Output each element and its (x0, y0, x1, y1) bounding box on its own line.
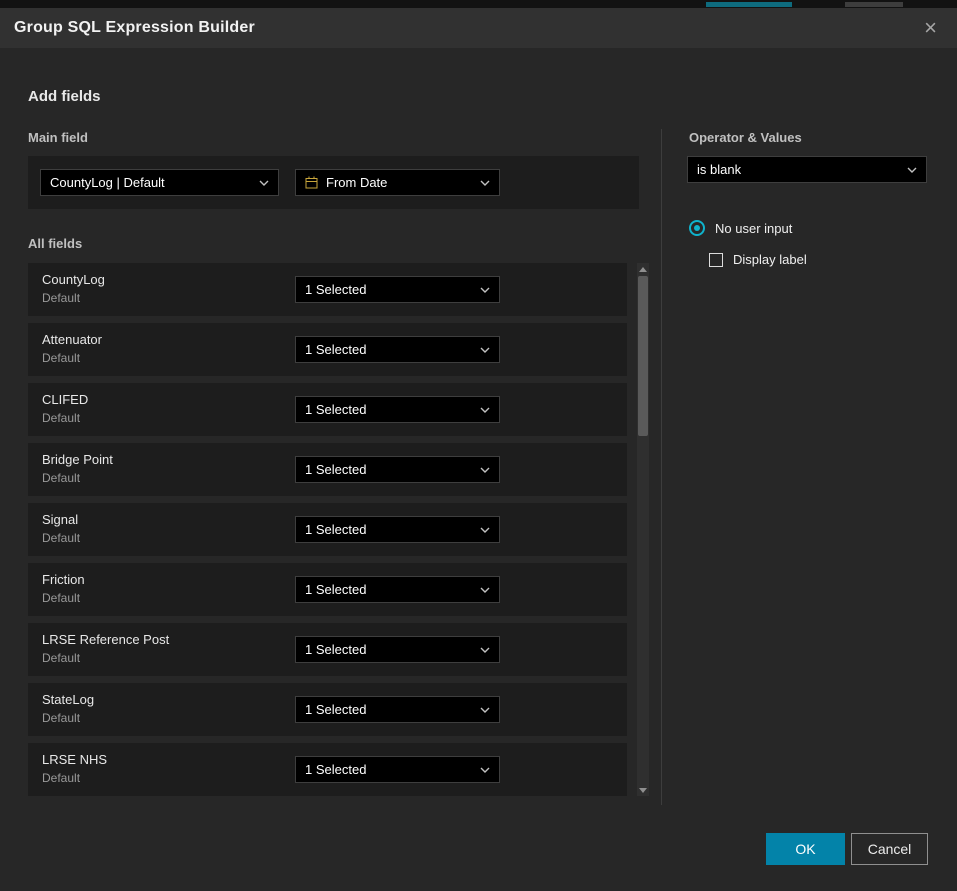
field-name: Bridge Point (42, 452, 113, 467)
calendar-icon (305, 176, 318, 189)
field-row-friction: Friction Default 1 Selected (28, 563, 627, 616)
chevron-down-icon (480, 647, 490, 653)
operator-dropdown-value: is blank (697, 162, 741, 177)
field-row-signal: Signal Default 1 Selected (28, 503, 627, 556)
field-selection-dropdown[interactable]: 1 Selected (295, 576, 500, 603)
field-name: Signal (42, 512, 78, 527)
cancel-button[interactable]: Cancel (851, 833, 928, 865)
field-selection-value: 1 Selected (305, 522, 366, 537)
field-row-lrse-nhs: LRSE NHS Default 1 Selected (28, 743, 627, 796)
main-field-panel: CountyLog | Default From Date (28, 156, 639, 209)
field-selection-dropdown[interactable]: 1 Selected (295, 636, 500, 663)
field-name: LRSE NHS (42, 752, 107, 767)
field-selection-value: 1 Selected (305, 702, 366, 717)
chevron-down-icon (480, 587, 490, 593)
checkbox-label: Display label (733, 252, 807, 267)
field-sublabel: Default (42, 771, 80, 785)
scrollbar-up-icon[interactable] (637, 263, 649, 275)
field-row-attenuator: Attenuator Default 1 Selected (28, 323, 627, 376)
field-name: LRSE Reference Post (42, 632, 169, 647)
display-label-checkbox-row: Display label (709, 252, 807, 267)
field-selection-dropdown[interactable]: 1 Selected (295, 456, 500, 483)
field-name: StateLog (42, 692, 94, 707)
field-selection-value: 1 Selected (305, 582, 366, 597)
field-selection-dropdown[interactable]: 1 Selected (295, 336, 500, 363)
field-dropdown-value: From Date (326, 175, 387, 190)
scrollbar[interactable] (637, 263, 649, 796)
field-row-clifed: CLIFED Default 1 Selected (28, 383, 627, 436)
field-sublabel: Default (42, 591, 80, 605)
field-sublabel: Default (42, 411, 80, 425)
add-fields-heading: Add fields (28, 88, 101, 105)
chevron-down-icon (907, 167, 917, 173)
chevron-down-icon (480, 467, 490, 473)
field-selection-value: 1 Selected (305, 282, 366, 297)
field-sublabel: Default (42, 651, 80, 665)
chevron-down-icon (480, 287, 490, 293)
background-app-fragment (706, 2, 792, 7)
field-sublabel: Default (42, 471, 80, 485)
background-app-strip (0, 0, 957, 8)
field-selection-value: 1 Selected (305, 402, 366, 417)
field-selection-value: 1 Selected (305, 462, 366, 477)
checkbox-unchecked-icon[interactable] (709, 253, 723, 267)
vertical-divider (661, 129, 662, 805)
chevron-down-icon (480, 527, 490, 533)
radio-label: No user input (715, 221, 792, 236)
field-sublabel: Default (42, 711, 80, 725)
field-row-countylog: CountyLog Default 1 Selected (28, 263, 627, 316)
field-selection-dropdown[interactable]: 1 Selected (295, 396, 500, 423)
all-fields-list: CountyLog Default 1 Selected Attenuator … (28, 263, 627, 803)
field-row-bridge-point: Bridge Point Default 1 Selected (28, 443, 627, 496)
no-user-input-radio-row: No user input (689, 220, 792, 236)
layer-dropdown[interactable]: CountyLog | Default (40, 169, 279, 196)
ok-button[interactable]: OK (766, 833, 845, 865)
chevron-down-icon (480, 407, 490, 413)
chevron-down-icon (480, 767, 490, 773)
field-selection-value: 1 Selected (305, 342, 366, 357)
field-name: Friction (42, 572, 85, 587)
field-name: CountyLog (42, 272, 105, 287)
scrollbar-down-icon[interactable] (637, 784, 649, 796)
background-app-fragment (845, 2, 903, 7)
field-sublabel: Default (42, 291, 80, 305)
group-sql-expression-builder-dialog: Group SQL Expression Builder × Add field… (0, 8, 957, 891)
layer-dropdown-value: CountyLog | Default (50, 175, 165, 190)
chevron-down-icon (480, 347, 490, 353)
operator-dropdown[interactable]: is blank (687, 156, 927, 183)
chevron-down-icon (259, 180, 269, 186)
radio-selected-icon[interactable] (689, 220, 705, 236)
field-selection-dropdown[interactable]: 1 Selected (295, 696, 500, 723)
all-fields-heading: All fields (28, 236, 82, 251)
field-dropdown[interactable]: From Date (295, 169, 500, 196)
field-name: Attenuator (42, 332, 102, 347)
close-icon[interactable]: × (918, 15, 943, 41)
field-row-statelog: StateLog Default 1 Selected (28, 683, 627, 736)
main-field-heading: Main field (28, 130, 88, 145)
field-selection-dropdown[interactable]: 1 Selected (295, 756, 500, 783)
field-row-lrse-reference-post: LRSE Reference Post Default 1 Selected (28, 623, 627, 676)
chevron-down-icon (480, 707, 490, 713)
dialog-header: Group SQL Expression Builder × (0, 8, 957, 48)
field-sublabel: Default (42, 531, 80, 545)
dialog-title: Group SQL Expression Builder (14, 19, 255, 37)
field-selection-value: 1 Selected (305, 642, 366, 657)
field-name: CLIFED (42, 392, 88, 407)
scrollbar-thumb[interactable] (638, 276, 648, 436)
field-selection-dropdown[interactable]: 1 Selected (295, 276, 500, 303)
field-selection-dropdown[interactable]: 1 Selected (295, 516, 500, 543)
field-selection-value: 1 Selected (305, 762, 366, 777)
operator-values-heading: Operator & Values (689, 130, 802, 145)
field-sublabel: Default (42, 351, 80, 365)
chevron-down-icon (480, 180, 490, 186)
